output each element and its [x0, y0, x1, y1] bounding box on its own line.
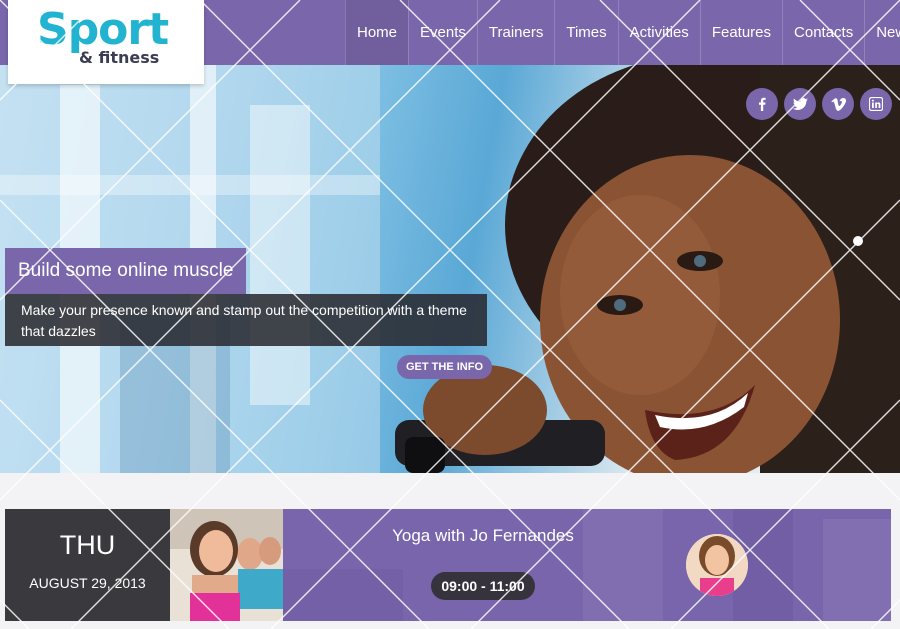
site-logo[interactable]: Sport & fitness: [8, 0, 204, 84]
nav-item-home[interactable]: Home: [345, 0, 409, 65]
event-time: 09:00 - 11:00: [431, 572, 535, 600]
nav-item-events[interactable]: Events: [408, 0, 477, 65]
trainer-avatar: [686, 534, 748, 596]
nav-item-trainers[interactable]: Trainers: [476, 0, 554, 65]
social-links: [746, 88, 892, 120]
twitter-icon[interactable]: [784, 88, 816, 120]
event-title: Yoga with Jo Fernandes: [392, 526, 574, 545]
facebook-icon[interactable]: [746, 88, 778, 120]
logo-tagline: & fitness: [79, 48, 160, 67]
event-photo: [170, 509, 283, 621]
nav-item-news[interactable]: News: [864, 0, 900, 65]
hero-title: Build some online muscle: [5, 248, 247, 294]
event-ticker: THU AUGUST 29, 2013 Yoga with Jo Fernand…: [5, 509, 891, 621]
linkedin-icon[interactable]: [860, 88, 892, 120]
get-info-button[interactable]: GET THE INFO: [397, 355, 492, 379]
nav-item-activities[interactable]: Activities: [617, 0, 700, 65]
event-date-box: THU AUGUST 29, 2013: [5, 509, 170, 621]
nav-item-times[interactable]: Times: [554, 0, 617, 65]
nav-item-contacts[interactable]: Contacts: [782, 0, 864, 65]
hero-description: Make your presence known and stamp out t…: [5, 294, 487, 346]
nav-item-features[interactable]: Features: [699, 0, 782, 65]
hero-slider: Build some online muscle Make your prese…: [0, 65, 900, 473]
event-details[interactable]: Yoga with Jo Fernandes 09:00 - 11:00: [283, 509, 891, 621]
event-date: AUGUST 29, 2013: [29, 575, 146, 591]
vimeo-icon[interactable]: [822, 88, 854, 120]
event-day: THU: [59, 530, 116, 560]
main-nav: Home Events Trainers Times Activities Fe…: [345, 0, 900, 65]
